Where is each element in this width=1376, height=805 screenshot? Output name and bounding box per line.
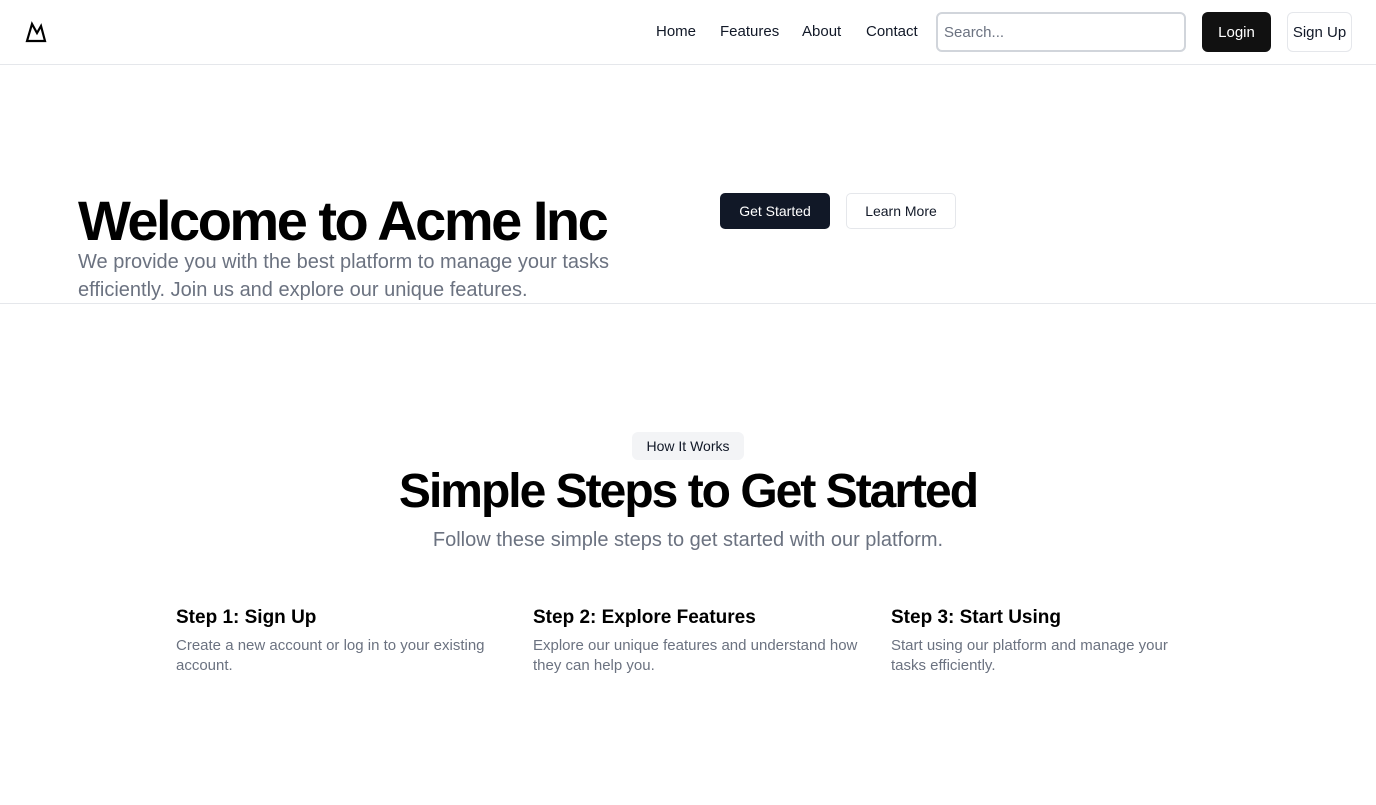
nav-home-link[interactable]: Home bbox=[656, 22, 696, 42]
step-title: Step 1: Sign Up bbox=[176, 607, 317, 628]
get-started-button[interactable]: Get Started bbox=[720, 193, 830, 229]
step-description: Explore our unique features and understa… bbox=[533, 637, 858, 674]
site-header: Home Features About Contact Login Sign U… bbox=[0, 0, 1376, 65]
nav-about-link[interactable]: About bbox=[802, 22, 841, 42]
section-subtitle: Follow these simple steps to get started… bbox=[432, 529, 944, 551]
section-badge: How It Works bbox=[632, 432, 744, 460]
step-title: Step 2: Explore Features bbox=[533, 607, 756, 628]
step-description: Start using our platform and manage your… bbox=[891, 637, 1168, 674]
step-card-explore-features: Step 2: Explore Features Explore our uni… bbox=[533, 606, 863, 676]
learn-more-button[interactable]: Learn More bbox=[846, 193, 956, 229]
step-card-start-using: Step 3: Start Using Start using our plat… bbox=[891, 606, 1191, 676]
search-input[interactable] bbox=[936, 12, 1186, 52]
step-description: Create a new account or log in to your e… bbox=[176, 637, 485, 674]
section-title: Simple Steps to Get Started bbox=[398, 465, 979, 518]
login-button[interactable]: Login bbox=[1202, 12, 1271, 52]
hero-section: Welcome to Acme Inc We provide you with … bbox=[0, 65, 1376, 304]
hero-title: Welcome to Acme Inc bbox=[78, 189, 609, 252]
mountain-icon[interactable] bbox=[24, 20, 48, 44]
hero-subtitle: We provide you with the best platform to… bbox=[78, 251, 610, 301]
step-card-sign-up: Step 1: Sign Up Create a new account or … bbox=[176, 606, 506, 676]
nav-features-link[interactable]: Features bbox=[720, 22, 779, 42]
sign-up-button[interactable]: Sign Up bbox=[1287, 12, 1352, 52]
nav-contact-link[interactable]: Contact bbox=[866, 22, 918, 42]
step-title: Step 3: Start Using bbox=[891, 607, 1061, 628]
